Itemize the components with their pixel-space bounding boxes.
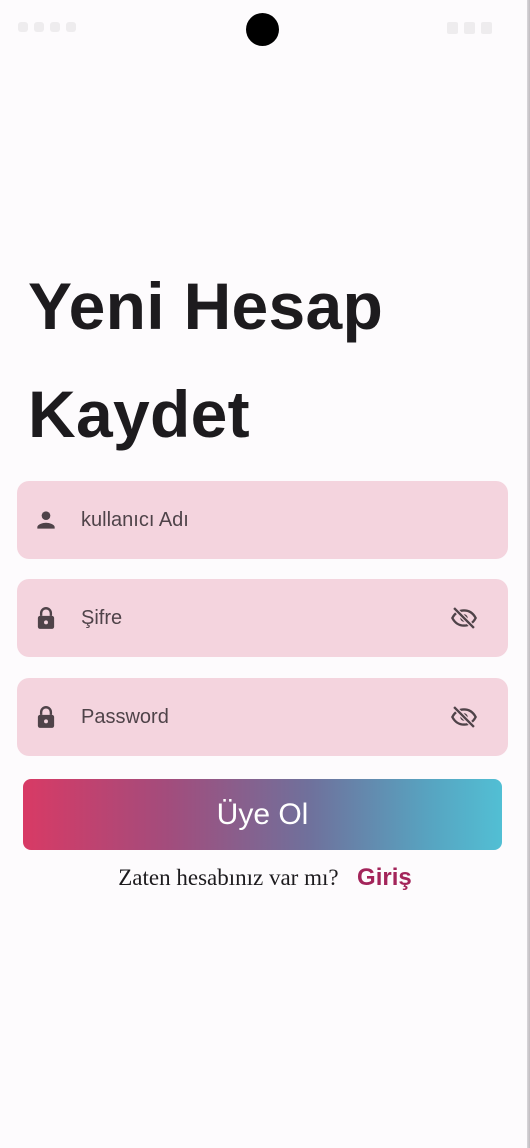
password-confirm-input[interactable]: [81, 678, 441, 756]
eye-off-icon[interactable]: [448, 604, 480, 632]
login-link[interactable]: Giriş: [357, 864, 412, 891]
login-prompt: Zaten hesabınız var mı? Giriş: [0, 864, 530, 892]
person-icon: [37, 511, 55, 529]
notification-icon: [50, 22, 60, 32]
login-question-text: Zaten hesabınız var mı?: [118, 865, 339, 890]
register-button[interactable]: Üye Ol: [23, 779, 502, 850]
eye-off-icon[interactable]: [448, 703, 480, 731]
notification-icon: [34, 22, 44, 32]
register-screen: Yeni Hesap Kaydet kullanıcı Adı Üye Ol Z…: [0, 0, 530, 1148]
page-title-line-2: Kaydet: [28, 377, 250, 451]
signal-icon: [464, 22, 475, 34]
notification-icon: [18, 22, 28, 32]
status-system-icons: [447, 22, 492, 34]
wifi-icon: [447, 22, 458, 34]
camera-cutout: [246, 13, 279, 46]
notification-icon: [66, 22, 76, 32]
password-input[interactable]: [81, 579, 441, 657]
password-confirm-field[interactable]: [17, 678, 508, 756]
username-field[interactable]: [17, 481, 508, 559]
battery-icon: [481, 22, 492, 34]
lock-icon: [37, 607, 55, 629]
username-input[interactable]: [81, 481, 441, 559]
page-title: Yeni Hesap Kaydet: [28, 252, 498, 468]
status-notification-icons: [18, 22, 76, 32]
password-field[interactable]: [17, 579, 508, 657]
page-title-line-1: Yeni Hesap: [28, 269, 384, 343]
lock-icon: [37, 706, 55, 728]
status-bar: [0, 0, 530, 60]
